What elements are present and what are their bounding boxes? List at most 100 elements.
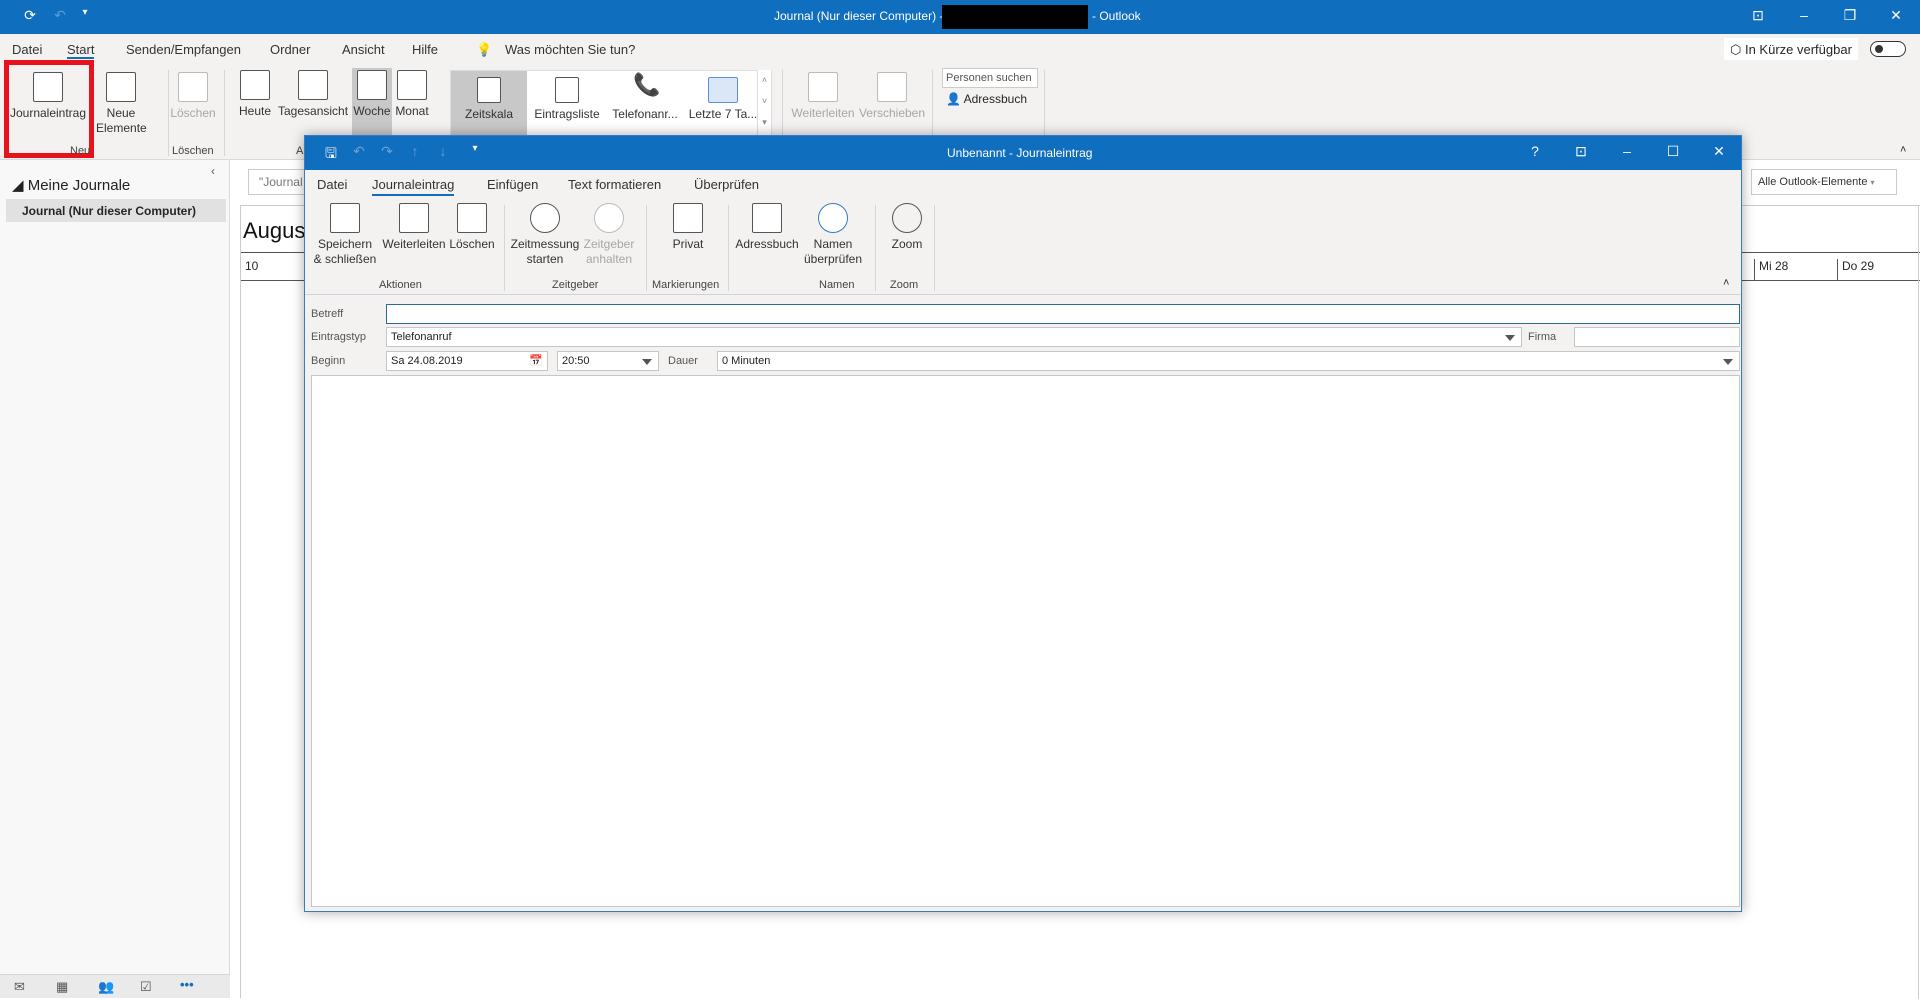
search-people-input[interactable]: Personen suchen [942,68,1038,88]
people-icon[interactable]: 👥 [98,979,114,995]
tasks-icon[interactable]: ☑ [140,979,152,995]
pause-timer-button[interactable]: Zeitgeber anhalten [581,203,637,267]
window-title-suffix: - Outlook [1092,9,1141,23]
tab-journaleintrag[interactable]: Journaleintrag [372,177,455,196]
check-names-button[interactable]: Namen überprüfen [801,203,865,267]
list-icon [555,77,579,103]
start-date-input[interactable]: Sa 24.08.2019 📅 [386,351,548,371]
tab-ueberpruefen[interactable]: Überprüfen [694,177,759,192]
label: Neue Elemente [96,106,147,135]
tab-datei[interactable]: Datei [317,177,347,192]
label: Alle Outlook-Elemente [1758,176,1868,188]
address-book-icon: 👤 [946,92,961,106]
save-icon[interactable]: 🖫 [321,143,341,167]
minimize-button[interactable]: – [1617,143,1637,159]
menu-bar: Datei Start Senden/Empfangen Ordner Ansi… [0,34,1920,64]
duration-dropdown[interactable]: 0 Minuten [717,351,1740,371]
maximize-button[interactable]: ☐ [1663,143,1683,160]
undo-icon[interactable]: ↶ [50,7,70,24]
group-label: Zoom [890,279,919,291]
new-items-button[interactable]: Neue Elemente [96,72,147,136]
more-icon[interactable]: ••• [180,977,194,992]
label: Monat [395,104,429,118]
restore-button[interactable]: ❐ [1840,7,1860,24]
trash-icon [178,72,208,102]
forward-button[interactable]: Weiterleiten [381,203,447,252]
delete-button[interactable]: Löschen [449,203,495,252]
phone-icon: 📞 [633,72,661,97]
save-close-button[interactable]: Speichern & schließen [313,203,377,267]
journal-entry-icon [33,72,63,102]
company-input[interactable] [1574,327,1740,347]
today-button[interactable]: Heute [232,70,278,119]
search-scope-dropdown[interactable]: Alle Outlook-Elemente ▾ [1751,169,1897,195]
calendar-icon[interactable]: ▦ [56,979,68,995]
label: Zoom [891,237,923,251]
mail-icon[interactable]: ✉ [14,979,25,995]
customize-toolbar-icon[interactable]: ▾ [75,7,95,18]
menu-start[interactable]: Start [67,42,95,59]
menu-ansicht[interactable]: Ansicht [342,42,385,57]
coming-soon-toggle[interactable] [1870,41,1906,57]
type-dropdown[interactable]: Telefonanruf [386,327,1522,347]
menu-hilfe[interactable]: Hilfe [412,42,438,57]
tab-text-formatieren[interactable]: Text formatieren [568,177,661,192]
move-button[interactable]: Verschieben [858,72,926,121]
address-book-button[interactable]: 👤 Adressbuch [946,92,1027,106]
group-label: Neu [70,145,91,157]
customize-toolbar-icon[interactable]: ▾ [465,143,485,154]
tell-me-input[interactable]: Was möchten Sie tun? [505,42,635,57]
calendar-picker-icon[interactable]: 📅 [529,354,543,367]
delete-button[interactable]: Löschen [168,72,218,121]
collapse-pane-icon[interactable]: ‹ [211,164,215,178]
duration-label: Dauer [668,355,698,367]
ribbon-display-icon[interactable]: ⊡ [1571,143,1591,160]
folder-journal[interactable]: Journal (Nur dieser Computer) [6,199,226,222]
tab-einfuegen[interactable]: Einfügen [487,177,538,192]
day-view-button[interactable]: Tagesansicht [278,70,348,119]
journal-entry-dialog: 🖫 ↶ ↷ ↑ ↓ ▾ Unbenannt - Journaleintrag ?… [304,135,1742,912]
menu-datei[interactable]: Datei [12,42,42,57]
start-timer-button[interactable]: Zeitmessung starten [509,203,581,267]
collapse-ribbon-icon[interactable]: ˄ [1723,277,1729,289]
help-button[interactable]: ? [1525,143,1545,159]
view-eintragsliste[interactable]: Eintragsliste [529,77,605,122]
collapse-ribbon-icon[interactable]: ˄ [1900,144,1906,156]
folder-group[interactable]: ◢ Meine Journale [12,176,130,194]
type-label: Eintragstyp [311,331,367,343]
check-names-icon [818,203,848,233]
company-label: Firma [1528,331,1557,343]
window-title: Journal (Nur dieser Computer) - [774,9,944,23]
calendar-today-icon [240,70,270,100]
minimize-button[interactable]: – [1794,7,1814,23]
ribbon-display-icon[interactable]: ⊡ [1748,7,1768,24]
private-button[interactable]: Privat [655,203,721,252]
view-zeitskala[interactable]: Zeitskala [451,71,527,135]
menu-ordner[interactable]: Ordner [270,42,310,57]
zoom-button[interactable]: Zoom [881,203,933,252]
sync-icon[interactable]: ⟳ [20,7,40,24]
calendar-day-icon [298,70,328,100]
menu-senden[interactable]: Senden/Empfangen [126,42,241,57]
group-label: A [296,145,304,157]
month-header: August [243,218,312,243]
subject-input[interactable] [386,304,1740,324]
start-time-dropdown[interactable]: 20:50 [557,351,659,371]
close-button[interactable]: ✕ [1886,7,1906,24]
move-icon [877,72,907,102]
label: Zeitskala [464,107,514,121]
close-button[interactable]: ✕ [1709,143,1729,160]
previous-item-icon: ↑ [411,143,419,159]
address-book-button[interactable]: Adressbuch [735,203,799,252]
label: Letzte 7 Ta... [688,107,758,121]
month-button[interactable]: Monat [392,70,432,119]
journal-entry-button[interactable]: Journaleintrag [8,72,88,121]
label: Weiterleiten [382,237,446,251]
gallery-scroll[interactable]: ˄ ˅ ▾ [757,70,771,136]
notes-body[interactable] [311,375,1740,907]
view-last7[interactable]: Letzte 7 Ta... [685,77,761,122]
day-label: 10 [245,259,259,273]
view-gallery: Zeitskala Eintragsliste 📞 Telefonanr... L… [450,70,772,136]
view-telefon[interactable]: 📞 Telefonanr... [607,72,683,122]
forward-button[interactable]: Weiterleiten [790,72,856,121]
